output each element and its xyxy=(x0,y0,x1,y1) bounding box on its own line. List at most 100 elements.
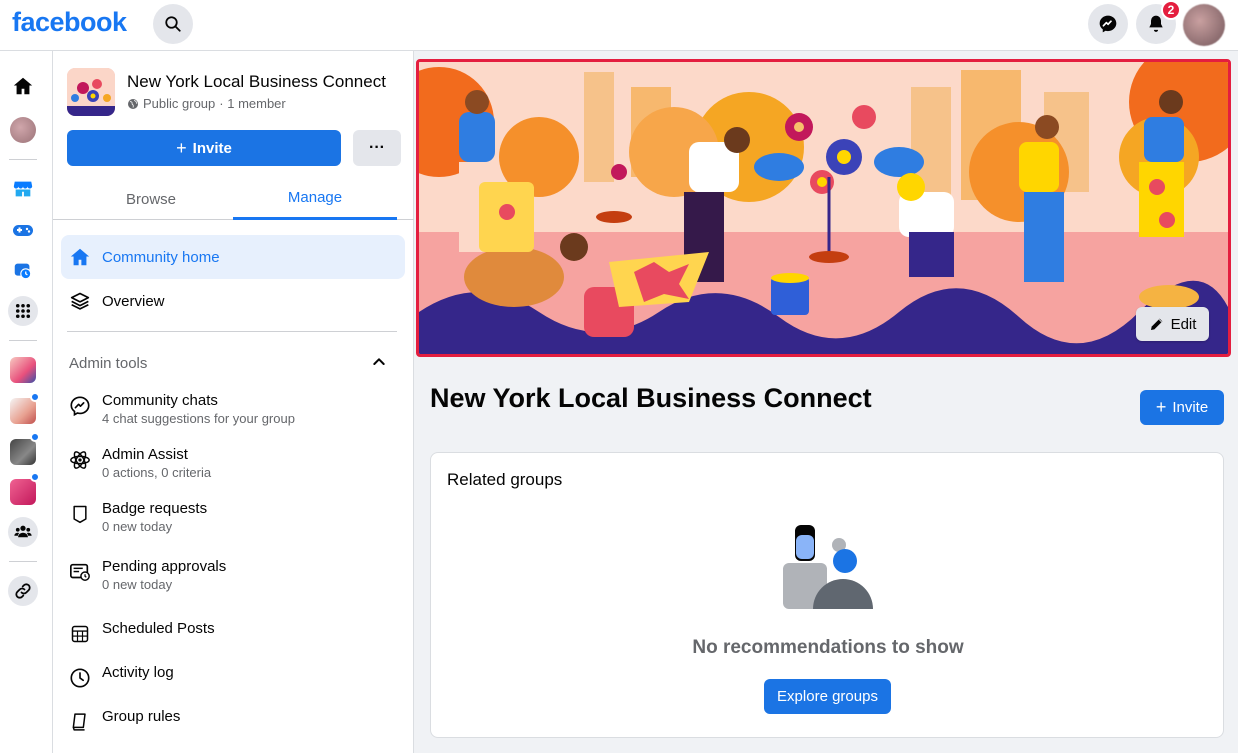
link-button[interactable] xyxy=(8,576,38,606)
plus-icon: + xyxy=(1155,397,1167,417)
cover-photo[interactable] xyxy=(416,59,1231,357)
group-thumbnail xyxy=(10,479,36,505)
tool-scheduled-posts[interactable]: Scheduled Posts xyxy=(61,620,405,646)
tool-subtitle: 0 new today xyxy=(102,577,173,592)
clock-icon xyxy=(14,263,32,280)
group-admin-sidebar: New York Local Business Connect Public g… xyxy=(53,51,414,753)
people-placeholder-icon xyxy=(783,525,873,609)
group-member-count: · 1 member xyxy=(219,96,286,111)
calendar-icon xyxy=(68,622,92,646)
edit-label: Edit xyxy=(1170,315,1197,333)
search-button[interactable] xyxy=(153,4,193,44)
notifications-count-badge: 2 xyxy=(1161,0,1181,20)
admin-tabs: Browse Manage xyxy=(53,178,414,220)
facebook-logo[interactable]: facebook xyxy=(12,7,127,38)
profile-shortcut[interactable] xyxy=(8,115,38,145)
tool-pending-approvals[interactable]: Pending approvals 0 new today xyxy=(61,558,405,592)
explore-groups-button[interactable]: Explore groups xyxy=(764,679,891,714)
tool-title: Group rules xyxy=(102,708,181,725)
pencil-icon xyxy=(1150,318,1162,330)
gamepad-icon xyxy=(13,225,33,236)
tool-subtitle: 0 actions, 0 criteria xyxy=(102,465,212,480)
group-thumbnail xyxy=(10,398,36,424)
nav-community-home[interactable]: Community home xyxy=(61,235,405,279)
search-icon xyxy=(165,16,181,32)
book-icon xyxy=(68,710,92,734)
group-thumbnail xyxy=(10,439,36,465)
chevron-up-icon xyxy=(373,358,385,365)
messenger-outline-icon xyxy=(68,394,92,418)
tab-manage[interactable]: Manage xyxy=(233,178,397,220)
divider xyxy=(67,331,397,332)
group-thumbnail xyxy=(10,357,36,383)
link-icon xyxy=(15,583,31,599)
group-meta: Public group · 1 member xyxy=(127,96,286,111)
tool-subtitle: 0 new today xyxy=(102,519,173,534)
tool-badge-requests[interactable]: Badge requests 0 new today xyxy=(61,500,405,534)
atom-icon xyxy=(68,448,92,472)
pending-list-icon xyxy=(68,560,92,584)
group-privacy: Public group xyxy=(143,96,216,111)
tool-title: Community chats xyxy=(102,392,218,409)
tool-subtitle: 4 chat suggestions for your group xyxy=(102,411,295,426)
grid-dots-icon xyxy=(15,303,31,319)
edit-cover-button[interactable]: Edit xyxy=(1136,307,1209,341)
clock-outline-icon xyxy=(68,666,92,690)
layers-icon xyxy=(68,289,92,313)
unread-dot xyxy=(30,472,40,482)
invite-button-label: Invite xyxy=(192,139,232,157)
tool-title: Activity log xyxy=(102,664,174,681)
admin-tools-heading: Admin tools xyxy=(69,355,148,372)
invite-button[interactable]: + Invite xyxy=(1140,390,1224,425)
cover-illustration xyxy=(419,62,1228,354)
profile-avatar[interactable] xyxy=(1183,4,1225,46)
messenger-button[interactable] xyxy=(1088,4,1128,44)
memories-button[interactable] xyxy=(8,256,38,286)
tool-title: Pending approvals xyxy=(102,558,227,575)
invite-button-label: Invite xyxy=(1172,399,1209,416)
group-thumbnail[interactable] xyxy=(67,68,115,116)
tab-browse[interactable]: Browse xyxy=(67,178,235,220)
card-title: Related groups xyxy=(447,470,563,489)
unread-dot xyxy=(30,432,40,442)
globe-icon xyxy=(128,98,138,109)
people-icon xyxy=(14,525,32,538)
unread-dot xyxy=(30,392,40,402)
marketplace-button[interactable] xyxy=(8,174,38,204)
groups-button[interactable] xyxy=(8,517,38,547)
invite-button[interactable]: + Invite xyxy=(67,130,341,166)
more-options-button[interactable]: ··· xyxy=(353,130,401,166)
tool-community-chats[interactable]: Community chats 4 chat suggestions for y… xyxy=(61,392,405,426)
gaming-button[interactable] xyxy=(8,215,38,245)
more-dots-icon: ··· xyxy=(369,139,385,156)
home-button[interactable] xyxy=(8,71,38,101)
home-icon xyxy=(13,77,33,95)
empty-state-text: No recommendations to show xyxy=(692,637,964,658)
top-navigation-bar: facebook 2 xyxy=(0,0,1238,51)
cover-art-thumbnail xyxy=(67,68,115,116)
tool-title: Scheduled Posts xyxy=(102,620,215,637)
divider xyxy=(9,159,37,160)
group-name[interactable]: New York Local Business Connect xyxy=(127,72,386,92)
divider xyxy=(9,340,37,341)
badge-icon xyxy=(68,502,92,526)
messenger-icon xyxy=(1099,15,1117,33)
tool-activity-log[interactable]: Activity log xyxy=(61,664,405,690)
tool-group-rules[interactable]: Group rules xyxy=(61,708,405,734)
see-all-button[interactable] xyxy=(8,296,38,326)
left-rail xyxy=(0,51,53,753)
storefront-icon xyxy=(13,181,33,197)
group-shortcut[interactable] xyxy=(8,355,38,385)
avatar xyxy=(10,117,36,143)
divider xyxy=(9,561,37,562)
plus-icon: + xyxy=(176,137,187,158)
nav-overview[interactable]: Overview xyxy=(61,279,405,323)
tool-title: Badge requests xyxy=(102,500,208,517)
home-icon xyxy=(68,245,92,269)
related-groups-card: Related groups No recommendations to sho… xyxy=(430,452,1224,738)
nav-label: Overview xyxy=(102,292,165,310)
nav-label: Community home xyxy=(102,248,220,266)
page-title: New York Local Business Connect xyxy=(430,383,872,413)
collapse-button[interactable] xyxy=(371,354,387,375)
tool-admin-assist[interactable]: Admin Assist 0 actions, 0 criteria xyxy=(61,446,405,480)
